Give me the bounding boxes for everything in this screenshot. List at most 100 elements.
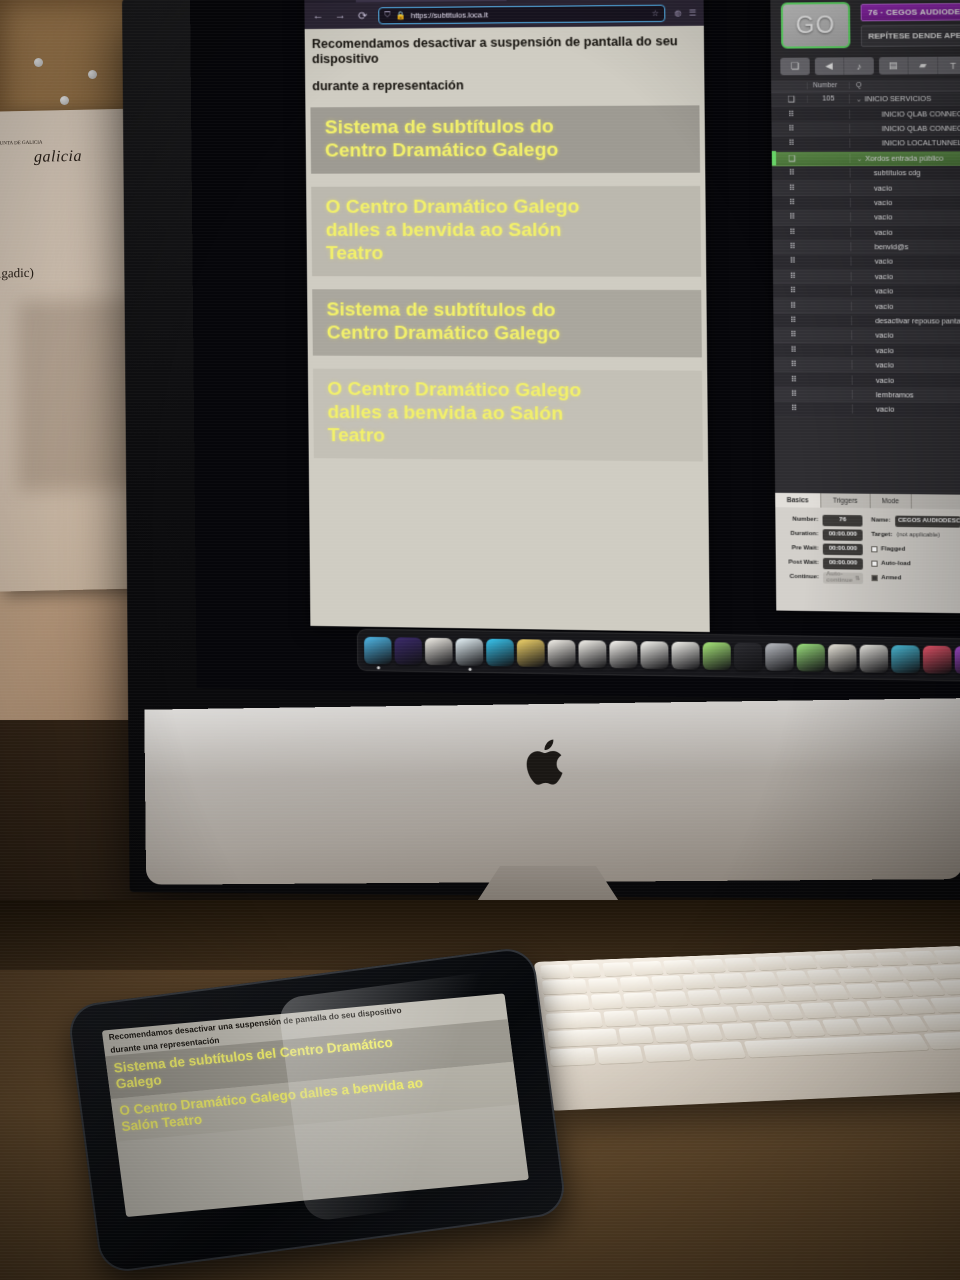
keyboard-key[interactable] — [784, 955, 817, 969]
spotlight-icon[interactable] — [765, 643, 794, 671]
cue-name[interactable]: ⌄ Xordos entrada público — [849, 153, 960, 163]
music-icon[interactable] — [923, 645, 952, 673]
checkbox-flagged-box[interactable] — [871, 546, 877, 552]
cue-row[interactable]: ⠿ vacío — [774, 328, 960, 344]
facetime-icon[interactable] — [578, 640, 606, 668]
keyboard-key[interactable] — [620, 977, 652, 992]
toolbar-group[interactable]: ◀ ♪ — [815, 57, 874, 75]
keyboard-key[interactable] — [814, 954, 848, 968]
cue-row[interactable]: ⠿INICIO QLAB CONNECTOR GUILLE ENGLISH — [772, 121, 960, 137]
photos-icon[interactable] — [609, 640, 637, 668]
cue-name[interactable]: subtítulos cdg — [850, 168, 960, 178]
keyboard-key[interactable] — [768, 1003, 804, 1019]
cue-row[interactable]: ⠿INICIO LOCALTUNNEL SUBTÍTULOS INTERNET — [772, 135, 960, 151]
keyboard-key[interactable] — [924, 1032, 960, 1050]
keyboard-key[interactable] — [544, 995, 590, 1011]
toolbar-group[interactable]: ❏ — [780, 58, 809, 76]
keyboard-key[interactable] — [855, 1017, 893, 1034]
safari-icon[interactable] — [455, 638, 483, 666]
cue-row[interactable]: ⠿ vacío — [773, 255, 960, 270]
current-cue-bar[interactable]: 76 · CEGOS AUDIODESC — [861, 2, 960, 22]
keyboard-key[interactable] — [922, 1012, 960, 1031]
keyboard-key[interactable] — [844, 953, 878, 967]
audio-cue-icon[interactable]: ◀ — [815, 57, 845, 75]
keyboard-key[interactable] — [687, 1024, 723, 1041]
checkbox-autoload-box[interactable] — [872, 561, 878, 567]
cue-number[interactable]: 105 — [807, 96, 849, 103]
cue-row[interactable]: ⠿ vacío — [773, 225, 960, 240]
keyboard-key[interactable] — [651, 976, 683, 991]
cue-row[interactable]: ❏ ⌄ Xordos entrada público — [772, 150, 960, 166]
account-icon[interactable]: ◍ — [674, 8, 681, 17]
app-store-icon[interactable] — [734, 642, 762, 670]
hamburger-icon[interactable]: ☰ — [689, 8, 697, 17]
cue-name[interactable]: vacío — [852, 405, 960, 416]
keyboard-key[interactable] — [540, 964, 570, 978]
keyboard-key[interactable] — [755, 1021, 792, 1038]
keyboard-key[interactable] — [603, 1010, 636, 1026]
launchpad-icon[interactable] — [394, 637, 422, 665]
contacts-icon[interactable] — [425, 637, 453, 665]
keyboard-key[interactable] — [588, 978, 619, 993]
forward-button[interactable]: → — [334, 10, 347, 22]
cue-row[interactable]: ⠿ vacío — [773, 299, 960, 315]
mail-icon[interactable] — [486, 638, 514, 666]
cue-row[interactable]: ⠿ vacío — [773, 284, 960, 300]
keyboard-key[interactable] — [602, 962, 633, 976]
keyboard-key[interactable] — [571, 963, 601, 977]
cue-row[interactable]: ⠿ vacío — [772, 195, 960, 210]
cue-name[interactable]: INICIO QLAB CONNECTOR GUILLE — [849, 108, 960, 119]
cue-name[interactable]: vacío — [851, 346, 960, 356]
cue-name[interactable]: vacío — [851, 287, 960, 297]
macos-dock[interactable] — [357, 629, 960, 684]
keyboard-key[interactable] — [643, 1044, 691, 1062]
keyboard-key[interactable] — [846, 984, 882, 999]
cue-name[interactable]: vacío — [851, 360, 960, 371]
select-continue[interactable]: Auto-continue ⇅ — [823, 572, 863, 584]
keyboard-key[interactable] — [547, 1028, 618, 1047]
keyboard-key[interactable] — [754, 956, 787, 970]
chevron-updown-icon[interactable]: ⇅ — [855, 574, 860, 581]
cue-name[interactable]: INICIO LOCALTUNNEL SUBTÍTULOS INTERNET — [849, 138, 960, 148]
tab-mode[interactable]: Mode — [870, 494, 912, 509]
input-prewait[interactable]: 00:00.000 — [823, 543, 863, 555]
messages-icon[interactable] — [640, 641, 668, 669]
keyboard-key[interactable] — [889, 1016, 928, 1033]
go-button[interactable]: GO — [781, 2, 851, 49]
keyboard-key[interactable] — [702, 1006, 737, 1022]
podcasts-icon[interactable] — [955, 646, 960, 674]
keyboard-key[interactable] — [745, 972, 779, 987]
keyboard-key[interactable] — [868, 967, 904, 981]
keyboard-key[interactable] — [653, 1025, 688, 1042]
cue-name[interactable]: vacío — [850, 183, 960, 193]
keyboard-key[interactable] — [542, 979, 587, 995]
keyboard-key[interactable] — [735, 1005, 770, 1021]
checkbox-autoload[interactable]: Auto-load — [872, 556, 960, 572]
shield-icon[interactable]: ⛉ — [384, 10, 390, 20]
cue-name[interactable]: benvid@s — [850, 242, 960, 251]
keyboard-key[interactable] — [788, 1020, 825, 1037]
toolbar-group[interactable]: ▤ ▰ T — [879, 57, 960, 75]
keyboard-key[interactable] — [822, 1018, 860, 1035]
cue-name[interactable]: vacío — [850, 197, 960, 207]
camera-cue-icon[interactable]: ▰ — [909, 57, 939, 75]
text-cue-icon[interactable]: T — [938, 57, 960, 75]
tab-basics[interactable]: Basics — [775, 493, 821, 508]
textedit-icon[interactable] — [796, 643, 825, 671]
cue-name[interactable]: vacío — [852, 375, 960, 386]
qlab-cue-toolbar[interactable]: ❏ ◀ ♪ ▤ ▰ T ♦ — [771, 50, 960, 80]
cue-name[interactable]: vacío — [851, 272, 960, 282]
keyboard-key[interactable] — [865, 999, 902, 1015]
cue-row[interactable]: ⠿ vacío — [774, 402, 960, 419]
maps-icon[interactable] — [548, 639, 576, 667]
cue-name[interactable]: ⌄ INICIO SERVICIOS — [849, 93, 960, 104]
cue-list[interactable]: ❏ 105 ⌄ INICIO SERVICIOS ⠿ INICIO QLAB CONNEC… — [771, 91, 960, 421]
keyboard-key[interactable] — [908, 981, 945, 996]
keyboard-key[interactable] — [751, 988, 786, 1003]
reload-button[interactable]: ⟳ — [356, 9, 369, 22]
keyboard-key[interactable] — [807, 970, 842, 985]
keyboard-key[interactable] — [633, 961, 664, 975]
cue-row[interactable]: ⠿ INICIO QLAB CONNECTOR GUILLE — [771, 106, 960, 123]
keyboard-key[interactable] — [619, 1027, 654, 1044]
keyboard-key[interactable] — [546, 1011, 603, 1028]
